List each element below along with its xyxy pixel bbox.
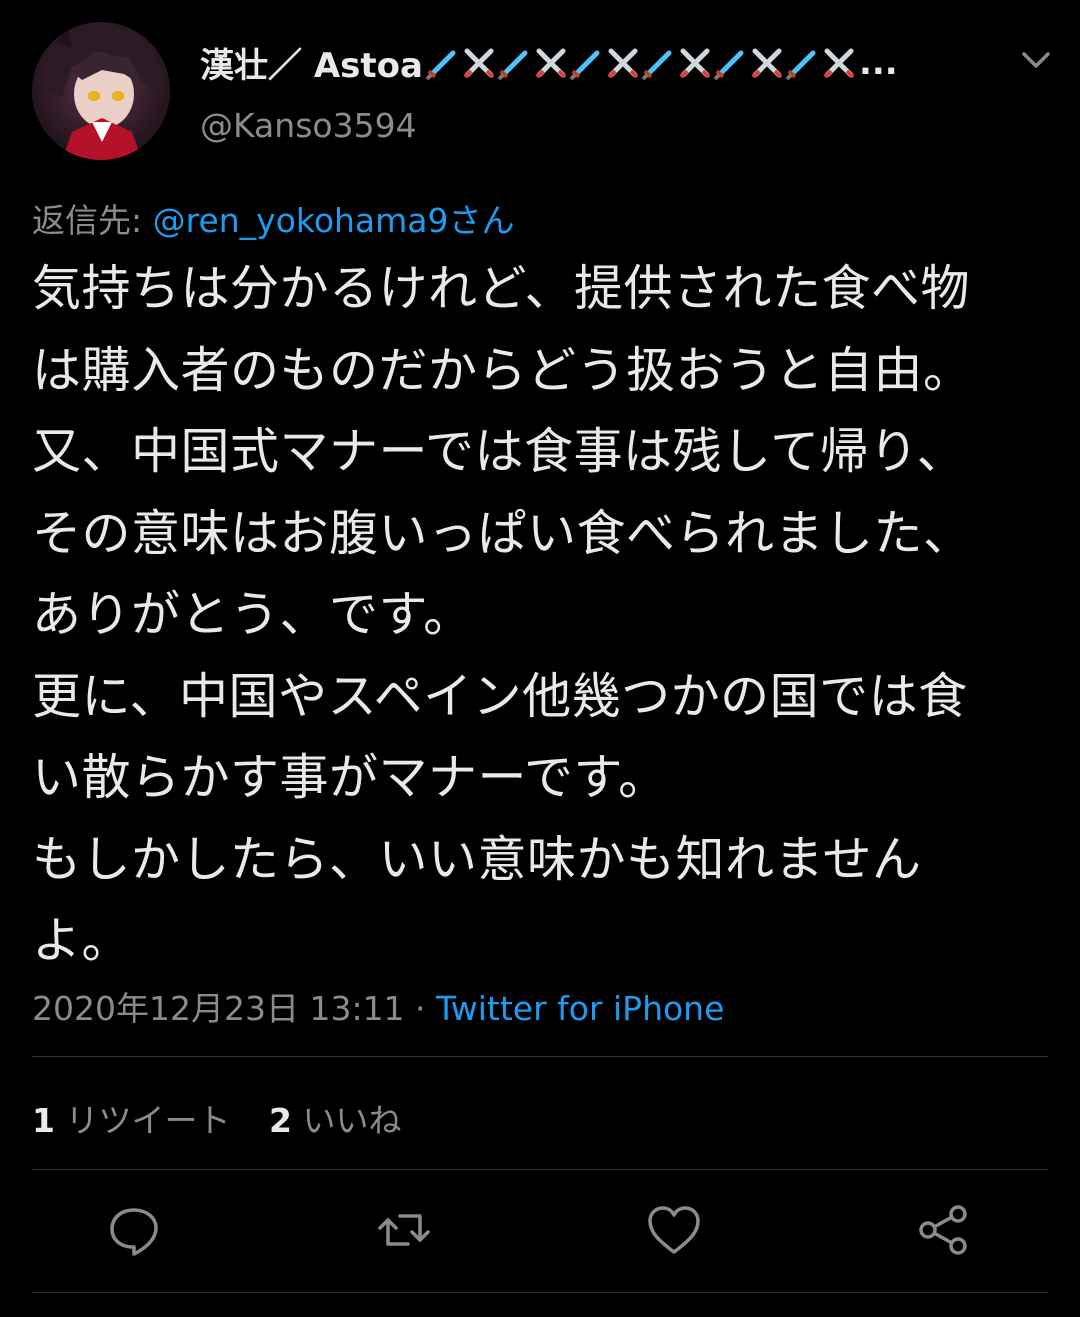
tweet-source[interactable]: Twitter for iPhone: [436, 989, 724, 1028]
retweet-button[interactable]: [374, 1200, 434, 1260]
reply-mention-handle: @ren_yokohama9: [152, 201, 449, 240]
dagger-icon: [713, 50, 744, 80]
body-line: 更に、中国やスペイン他幾つかの国では食: [32, 667, 968, 725]
reply-icon: [110, 1208, 158, 1256]
retweet-label: リツイート: [65, 1101, 231, 1140]
reply-to: 返信先: @ren_yokohama9さん: [32, 194, 515, 242]
reply-button[interactable]: [104, 1200, 164, 1260]
crossed-swords-icon: [463, 48, 495, 78]
crossed-swords-icon: [751, 48, 783, 78]
like-stat[interactable]: 2 いいね: [269, 1101, 401, 1140]
share-icon: [919, 1205, 967, 1255]
user-handle[interactable]: @Kanso3594: [200, 106, 417, 145]
display-name-text: 漢壮／ Astoa: [200, 46, 423, 86]
dagger-icon: [785, 50, 816, 80]
reply-mention-suffix: さん: [448, 201, 515, 240]
body-line: い散らかす事がマナーです。: [32, 749, 668, 806]
body-line: もしかしたら、いい意味かも知れません: [32, 830, 922, 888]
meta-separator: ·: [404, 989, 437, 1028]
like-label: いいね: [302, 1101, 402, 1140]
retweet-stat[interactable]: 1 リツイート: [32, 1101, 230, 1140]
tweet: 漢壮／ Astoa ... @Kanso3594 返信先: @ren_yokoh…: [0, 0, 1080, 1317]
like-count: 2: [268, 1101, 292, 1140]
dagger-icon: [497, 50, 528, 80]
retweet-icon: [378, 1214, 430, 1246]
crossed-swords-icon: [679, 48, 711, 78]
crossed-swords-icon: [823, 48, 855, 78]
dagger-icon: [569, 50, 600, 80]
tweet-stats: 1 リツイート 2 いいね: [32, 1094, 429, 1142]
crossed-swords-icon: [607, 48, 639, 78]
like-button[interactable]: [644, 1200, 704, 1260]
chevron-down-icon[interactable]: [1014, 46, 1058, 76]
reply-to-prefix: 返信先:: [32, 201, 153, 240]
tweet-meta: 2020年12月23日 13:11 · Twitter for iPhone: [32, 982, 724, 1030]
body-line: は購入者のものだからどう扱おうと自由。: [32, 341, 973, 399]
divider: [32, 1056, 1048, 1057]
body-line: ありがとう、です。: [32, 586, 473, 643]
crossed-swords-icon: [535, 48, 567, 78]
avatar[interactable]: [32, 22, 170, 160]
dagger-icon: [641, 50, 672, 80]
tweet-body: 気持ちは分かるけれど、提供された食べ物 は購入者のものだからどう扱おうと自由。 …: [32, 248, 1052, 982]
share-button[interactable]: [914, 1200, 974, 1260]
dagger-icon: [425, 50, 456, 80]
body-line: その意味はお腹いっぱい食べられました、: [32, 504, 973, 562]
timestamp[interactable]: 2020年12月23日 13:11: [32, 989, 405, 1028]
action-bar: [0, 1200, 1080, 1264]
divider: [32, 1169, 1048, 1170]
retweet-count: 1: [32, 1101, 55, 1140]
like-icon: [648, 1206, 700, 1254]
name-emoji-strip: [425, 45, 857, 81]
name-truncation: ...: [858, 42, 898, 83]
reply-to-mention[interactable]: @ren_yokohama9さん: [153, 201, 515, 240]
body-line: 又、中国式マナーでは食事は残して帰り、: [32, 423, 967, 480]
body-line: よ。: [32, 912, 132, 969]
body-line: 気持ちは分かるけれど、提供された食べ物: [32, 260, 971, 317]
display-name[interactable]: 漢壮／ Astoa ...: [200, 38, 1000, 87]
divider: [32, 1292, 1048, 1293]
